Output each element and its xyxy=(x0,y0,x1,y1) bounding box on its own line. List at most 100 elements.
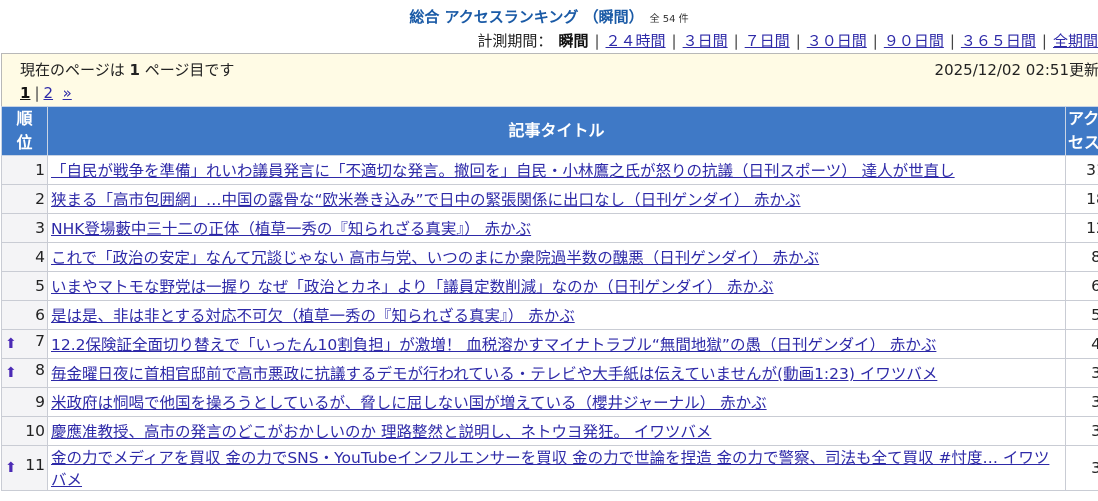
access-count: 3 xyxy=(1065,387,1098,417)
article-link[interactable]: 金の力でメディアを買収 金の力でSNS・YouTubeインフルエンサーを買収 金… xyxy=(51,449,1049,489)
divider: | xyxy=(34,84,40,102)
page-info-suffix: ページ目です xyxy=(144,61,235,79)
rank-cell: ⬆ 11 xyxy=(1,445,48,491)
table-row: 6 是は是、非は非とする対応不可欠（植草一秀の『知られざる真実』） 赤かぶ 5 xyxy=(1,300,1098,330)
access-count: 18 xyxy=(1065,184,1098,214)
access-count: 3 xyxy=(1065,445,1098,491)
rank-number: 11 xyxy=(25,456,45,474)
period-link-24h[interactable]: ２４時間 xyxy=(606,32,666,50)
title-cell: これで「政治の安定」なんて冗談じゃない 高市与党、いつのまにか衆院過半数の醜悪（… xyxy=(47,242,1066,272)
rank-cell: 4 xyxy=(1,242,48,272)
table-row: 10 慶應准教授、高市の発言のどこがおかしいのか 理路整然と説明し、ネトウヨ発狂。… xyxy=(1,416,1098,446)
rank-number: 4 xyxy=(35,248,45,266)
table-row: 2 狭まる「高市包囲網」…中国の露骨な“欧米巻き込み”で日中の緊張関係に出口なし（… xyxy=(1,184,1098,214)
period-selector: 計測期間： 瞬間 | ２４時間 | ３日間 | ７日間 | ３０日間 | ９０日間 | ３６５日間 | 全期間 xyxy=(477,30,1098,51)
access-count: 31 xyxy=(1065,155,1098,185)
table-row: 4 これで「政治の安定」なんて冗談じゃない 高市与党、いつのまにか衆院過半数の醜悪… xyxy=(1,242,1098,272)
total-count: 全 54 件 xyxy=(649,14,689,25)
next-page-link[interactable]: » xyxy=(63,84,72,102)
rank-up-arrow-icon: ⬆ xyxy=(5,460,17,476)
rank-number: 10 xyxy=(25,422,45,440)
access-count: 5 xyxy=(1065,300,1098,330)
period-current: 瞬間 xyxy=(558,32,589,50)
title-cell: 金の力でメディアを買収 金の力でSNS・YouTubeインフルエンサーを買収 金… xyxy=(47,445,1066,491)
divider: | xyxy=(949,32,955,50)
divider: | xyxy=(1041,32,1047,50)
rank-cell: 3 xyxy=(1,213,48,243)
divider: | xyxy=(872,32,878,50)
title-cell: 米政府は恫喝で他国を操ろうとしているが、脅しに屈しない国が増えている（櫻井ジャー… xyxy=(47,387,1066,417)
rank-cell: 6 xyxy=(1,300,48,330)
title-cell: 「自民が戦争を準備」れいわ議員発言に「不適切な発言。撤回を」自民・小林鷹之氏が怒… xyxy=(47,155,1066,185)
rank-number: 1 xyxy=(35,161,45,179)
article-link[interactable]: 米政府は恫喝で他国を操ろうとしているが、脅しに屈しない国が増えている（櫻井ジャー… xyxy=(51,394,767,412)
ranking-table: 順位 記事タイトル アク セス 1 「自民が戦争を準備」れいわ議員発言に「不適切な発… xyxy=(1,106,1098,491)
page-link-2[interactable]: 2 xyxy=(44,84,54,102)
article-link[interactable]: 「自民が戦争を準備」れいわ議員発言に「不適切な発言。撤回を」自民・小林鷹之氏が怒… xyxy=(51,162,955,180)
period-link-365d[interactable]: ３６５日間 xyxy=(961,32,1036,50)
rank-cell: ⬆ 8 xyxy=(1,358,48,388)
rank-cell: 9 xyxy=(1,387,48,417)
column-header-rank: 順位 xyxy=(1,106,48,156)
title-cell: 狭まる「高市包囲網」…中国の露骨な“欧米巻き込み”で日中の緊張関係に出口なし（日… xyxy=(47,184,1066,214)
access-count: 6 xyxy=(1065,271,1098,301)
period-link-7d[interactable]: ７日間 xyxy=(745,32,790,50)
table-row: 1 「自民が戦争を準備」れいわ議員発言に「不適切な発言。撤回を」自民・小林鷹之氏が… xyxy=(1,155,1098,185)
article-link[interactable]: 毎金曜日夜に首相官邸前で高市悪政に抗議するデモが行われている・テレビや大手紙は伝… xyxy=(51,365,937,383)
access-count: 4 xyxy=(1065,329,1098,359)
article-link[interactable]: NHK登場藪中三十二の正体（植草一秀の『知られざる真実』） 赤かぶ xyxy=(51,220,531,238)
access-count: 8 xyxy=(1065,242,1098,272)
table-row: ⬆ 11 金の力でメディアを買収 金の力でSNS・YouTubeインフルエンサーを買… xyxy=(1,445,1098,491)
pagination: 1 | 2 » xyxy=(20,84,72,102)
period-label: 計測期間： xyxy=(477,32,553,50)
ranking-body: 1 「自民が戦争を準備」れいわ議員発言に「不適切な発言。撤回を」自民・小林鷹之氏が… xyxy=(1,155,1098,491)
table-row: 3 NHK登場藪中三十二の正体（植草一秀の『知られざる真実』） 赤かぶ 12 xyxy=(1,213,1098,243)
rank-cell: ⬆ 7 xyxy=(1,329,48,359)
access-count: 3 xyxy=(1065,358,1098,388)
article-link[interactable]: いまやマトモな野党は一握り なぜ「政治とカネ」より「議員定数削減」なのか（日刊ゲ… xyxy=(51,278,774,296)
divider: | xyxy=(733,32,739,50)
rank-up-arrow-icon: ⬆ xyxy=(5,336,17,352)
table-header-row: 順位 記事タイトル アク セス xyxy=(1,106,1098,156)
ranking-heading: 総合 アクセスランキング （瞬間） 全 54 件 xyxy=(0,6,1098,27)
article-link[interactable]: 慶應准教授、高市の発言のどこがおかしいのか 理路整然と説明し、ネトウヨ発狂。 イ… xyxy=(51,423,711,441)
page-info-box: 現在のページは 1 ページ目です 2025/12/02 02:51更新 1 | 2 … xyxy=(1,53,1098,108)
divider: | xyxy=(795,32,801,50)
column-header-count: アク セス xyxy=(1065,106,1098,156)
period-link-3d[interactable]: ３日間 xyxy=(683,32,728,50)
rank-number: 2 xyxy=(35,190,45,208)
title-cell: いまやマトモな野党は一握り なぜ「政治とカネ」より「議員定数削減」なのか（日刊ゲ… xyxy=(47,271,1066,301)
page-info-number: 1 xyxy=(129,61,140,79)
article-link[interactable]: これで「政治の安定」なんて冗談じゃない 高市与党、いつのまにか衆院過半数の醜悪（… xyxy=(51,249,819,267)
period-link-30d[interactable]: ３０日間 xyxy=(807,32,867,50)
rank-cell: 10 xyxy=(1,416,48,446)
divider: | xyxy=(594,32,600,50)
page-title: 総合 アクセスランキング （瞬間） xyxy=(409,8,644,26)
article-link[interactable]: 狭まる「高市包囲網」…中国の露骨な“欧米巻き込み”で日中の緊張関係に出口なし（日… xyxy=(51,191,801,209)
article-link[interactable]: 是は是、非は非とする対応不可欠（植草一秀の『知られざる真実』） 赤かぶ xyxy=(51,307,575,325)
title-cell: 慶應准教授、高市の発言のどこがおかしいのか 理路整然と説明し、ネトウヨ発狂。 イ… xyxy=(47,416,1066,446)
divider: | xyxy=(671,32,677,50)
table-row: ⬆ 8 毎金曜日夜に首相官邸前で高市悪政に抗議するデモが行われている・テレビや大手紙… xyxy=(1,358,1098,388)
title-cell: 是は是、非は非とする対応不可欠（植草一秀の『知られざる真実』） 赤かぶ xyxy=(47,300,1066,330)
page-link-1[interactable]: 1 xyxy=(20,84,30,102)
rank-number: 5 xyxy=(35,277,45,295)
rank-number: 6 xyxy=(35,306,45,324)
rank-number: 3 xyxy=(35,219,45,237)
period-link-all[interactable]: 全期間 xyxy=(1053,32,1098,50)
current-page-info: 現在のページは 1 ページ目です xyxy=(20,59,234,80)
updated-timestamp: 2025/12/02 02:51更新 xyxy=(934,61,1098,79)
period-link-90d[interactable]: ９０日間 xyxy=(884,32,944,50)
page-info-prefix: 現在のページは xyxy=(20,61,125,79)
access-count: 3 xyxy=(1065,416,1098,446)
table-row: 5 いまやマトモな野党は一握り なぜ「政治とカネ」より「議員定数削減」なのか（日刊… xyxy=(1,271,1098,301)
rank-up-arrow-icon: ⬆ xyxy=(5,365,17,381)
table-row: 9 米政府は恫喝で他国を操ろうとしているが、脅しに屈しない国が増えている（櫻井ジャ… xyxy=(1,387,1098,417)
title-cell: 12.2保険証全面切り替えで「いったん10割負担」が激増！ 血税溶かすマイナトラ… xyxy=(47,329,1066,359)
rank-cell: 5 xyxy=(1,271,48,301)
rank-number: 8 xyxy=(35,361,45,379)
article-link[interactable]: 12.2保険証全面切り替えで「いったん10割負担」が激増！ 血税溶かすマイナトラ… xyxy=(51,336,936,354)
access-count: 12 xyxy=(1065,213,1098,243)
column-header-title: 記事タイトル xyxy=(47,106,1066,156)
rank-cell: 2 xyxy=(1,184,48,214)
